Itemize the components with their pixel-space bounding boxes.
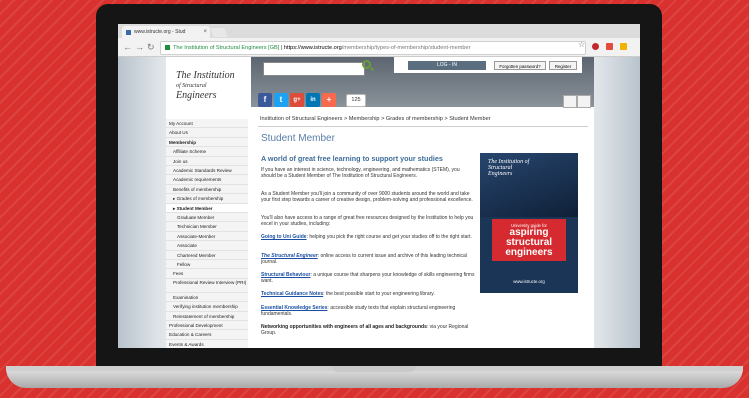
login-button[interactable]: LOG - IN bbox=[408, 61, 486, 70]
sidebar-item-about-us[interactable]: About Us bbox=[166, 128, 248, 138]
url-host: https://www.istructe.org bbox=[283, 45, 342, 51]
url-path: /membership/types-of-membership/student-… bbox=[341, 45, 471, 51]
forward-icon[interactable]: → bbox=[135, 41, 144, 53]
logo-line: The Institution bbox=[176, 70, 235, 81]
facebook-icon[interactable]: f bbox=[258, 93, 272, 107]
tab-title: www.istructe.org - Stud bbox=[134, 29, 186, 35]
sidebar-item-membership[interactable]: Membership bbox=[166, 137, 248, 148]
breadcrumb[interactable]: Institution of Structural Engineers > Me… bbox=[260, 116, 491, 122]
sidebar-item-professional-development[interactable]: Professional Development bbox=[166, 321, 248, 331]
lock-icon bbox=[165, 45, 170, 51]
sidebar-item-verifying[interactable]: Verifying institution membership bbox=[166, 302, 248, 312]
sidebar-item-my-account[interactable]: My Account bbox=[166, 119, 248, 129]
institution-logo[interactable]: The Institution of Structural Engineers bbox=[176, 71, 246, 101]
google-plus-icon[interactable]: g+ bbox=[290, 93, 304, 107]
sidebar-item-affiliate-scheme[interactable]: Affiliate Scheme bbox=[166, 147, 248, 157]
sidebar-item-technician-member[interactable]: Technician Member bbox=[166, 222, 248, 232]
sidebar-item-fees[interactable]: Fees bbox=[166, 269, 248, 279]
resource-item: Technical Guidance Notes: the best possi… bbox=[261, 291, 475, 297]
laptop-base-notch bbox=[332, 366, 416, 372]
sidebar-item-pri[interactable]: Professional Review Interview (PRI) bbox=[166, 278, 248, 293]
sidebar-item-student-member[interactable]: ▸ Student Member bbox=[166, 203, 248, 213]
sidebar-item-graduate-member[interactable]: Graduate Member bbox=[166, 213, 248, 223]
structural-engineer-link[interactable]: The Structural Engineer bbox=[261, 253, 318, 259]
sidebar-item-academic-standards-review[interactable]: Academic Standards Review bbox=[166, 166, 248, 176]
logo-line: Engineers bbox=[176, 90, 217, 101]
sidebar-item-associate-member[interactable]: Associate-Member bbox=[166, 231, 248, 242]
resource-item: Going to Uni Guide: helping you pick the… bbox=[261, 234, 475, 240]
extension-icon[interactable] bbox=[620, 43, 627, 50]
search-icon[interactable] bbox=[362, 60, 371, 69]
favicon-icon bbox=[126, 30, 131, 35]
new-tab-button[interactable] bbox=[210, 28, 228, 37]
sidebar-item-reinstatement[interactable]: Reinstatement of membership bbox=[166, 311, 248, 321]
sidebar-item-associate[interactable]: Associate bbox=[166, 241, 248, 251]
uni-guide-link[interactable]: Going to Uni Guide bbox=[261, 234, 307, 240]
register-button[interactable]: Register bbox=[549, 61, 577, 70]
share-count: 125 bbox=[346, 94, 366, 107]
cover-title-box: University guide for aspiring structural… bbox=[492, 219, 566, 261]
resources-paragraph: You'll also have access to a range of gr… bbox=[261, 215, 474, 228]
secure-label: The Institution of Structural Engineers … bbox=[173, 45, 280, 51]
back-icon[interactable]: ← bbox=[123, 41, 132, 53]
sidebar-item-academic-requirements[interactable]: Academic requirements bbox=[166, 175, 248, 185]
cover-title-line: engineers bbox=[505, 247, 553, 258]
screen: www.istructe.org - Stud × ← → ↻ The Inst… bbox=[118, 24, 640, 348]
networking-paragraph: Networking opportunities with engineers … bbox=[261, 324, 475, 337]
community-paragraph: As a Student Member you'll join a commun… bbox=[261, 191, 473, 204]
sidebar-item-join-us[interactable]: Join us bbox=[166, 156, 248, 166]
resource-item: Structural Behaviour: a unique course th… bbox=[261, 272, 475, 285]
addthis-icon[interactable]: + bbox=[322, 93, 336, 107]
sidebar-item-fellow[interactable]: Fellow bbox=[166, 260, 248, 270]
sidebar-item-chartered-member[interactable]: Chartered Member bbox=[166, 250, 248, 260]
browser-tab[interactable]: www.istructe.org - Stud × bbox=[122, 26, 210, 38]
tab-bar: www.istructe.org - Stud × bbox=[118, 24, 640, 38]
address-toolbar: ← → ↻ The Institution of Structural Engi… bbox=[118, 38, 640, 57]
resource-item: The Structural Engineer: online access t… bbox=[261, 253, 475, 266]
adblock-extension-icon[interactable] bbox=[592, 43, 599, 50]
resource-item: Essential Knowledge Series: accessible s… bbox=[261, 305, 475, 318]
bookmark-star-icon[interactable]: ☆ bbox=[578, 40, 585, 49]
sidebar-item-examination[interactable]: Examination bbox=[166, 292, 248, 303]
twitter-icon[interactable]: t bbox=[274, 93, 288, 107]
sidebar-item-grades[interactable]: ▸ Grades of membership bbox=[166, 194, 248, 204]
page-title: Student Member bbox=[261, 133, 335, 144]
cover-logo: The Institution of Structural Engineers bbox=[488, 159, 530, 177]
cover-url: www.istructe.org bbox=[513, 279, 545, 284]
address-bar[interactable]: The Institution of Structural Engineers … bbox=[160, 41, 586, 55]
guide-cover-image[interactable]: The Institution of Structural Engineers … bbox=[480, 153, 578, 293]
search-input[interactable] bbox=[263, 62, 365, 76]
collapse-icon[interactable] bbox=[563, 95, 577, 108]
forgotten-password-button[interactable]: Forgotten password? bbox=[494, 61, 546, 70]
extension-icon[interactable] bbox=[606, 43, 613, 50]
structural-behaviour-link[interactable]: Structural Behaviour bbox=[261, 272, 310, 278]
networking-bold: Networking opportunities with engineers … bbox=[261, 324, 427, 330]
main-content: Institution of Structural Engineers > Me… bbox=[252, 109, 594, 348]
section-subtitle: A world of great free learning to suppor… bbox=[261, 154, 443, 163]
sidebar-item-education-careers[interactable]: Education & Careers bbox=[166, 330, 248, 340]
laptop-base bbox=[6, 366, 743, 388]
close-tab-icon[interactable]: × bbox=[203, 26, 207, 38]
reload-icon[interactable]: ↻ bbox=[147, 41, 155, 53]
technical-guidance-link[interactable]: Technical Guidance Notes bbox=[261, 291, 323, 297]
web-page: The Institution of Structural Engineers … bbox=[118, 57, 640, 348]
resource-text: : helping you pick the right course and … bbox=[306, 234, 472, 240]
sidebar-item-benefits[interactable]: Benefits of membership bbox=[166, 184, 248, 195]
divider bbox=[258, 126, 588, 127]
intro-paragraph: If you have an interest in science, tech… bbox=[261, 167, 460, 180]
sidebar-item-events-awards[interactable]: Events & Awards bbox=[166, 339, 248, 348]
print-icon[interactable] bbox=[577, 95, 591, 108]
sidebar-nav: My Account About Us Membership Affiliate… bbox=[166, 109, 248, 348]
essential-knowledge-link[interactable]: Essential Knowledge Series bbox=[261, 305, 327, 311]
resource-text: : the best possible start to your engine… bbox=[323, 291, 435, 297]
linkedin-icon[interactable]: in bbox=[306, 93, 320, 107]
